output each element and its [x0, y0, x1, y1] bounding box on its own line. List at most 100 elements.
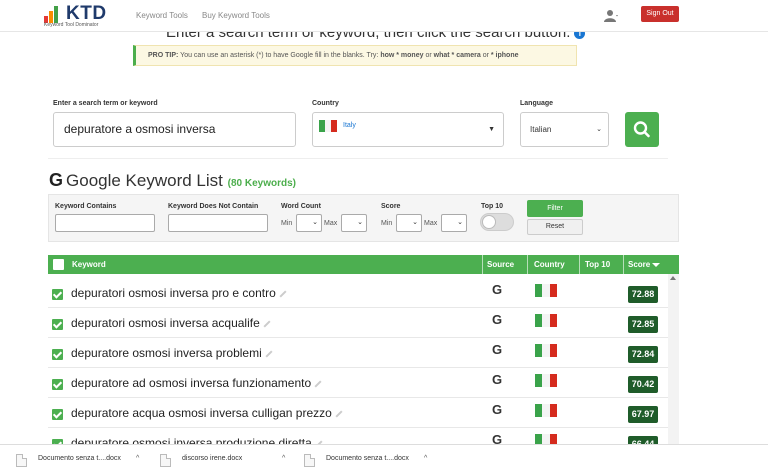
column-header-score[interactable]: Score	[628, 255, 661, 274]
sign-out-button[interactable]: Sign Out	[641, 6, 679, 22]
google-source-icon: G	[492, 312, 503, 327]
google-g-icon: G	[49, 170, 64, 190]
score-badge: 67.97	[628, 406, 658, 423]
language-value: Italian	[530, 125, 552, 134]
document-file-icon	[304, 454, 315, 467]
google-source-icon: G	[492, 282, 503, 297]
column-header-top10[interactable]: Top 10	[585, 255, 610, 274]
country-value: Italy	[343, 122, 356, 129]
score-max-select[interactable]: ⌄	[441, 214, 467, 232]
italy-flag-icon	[535, 344, 557, 357]
keyword-cell: depuratori osmosi inversa pro e contro	[71, 286, 287, 300]
scroll-up-arrow-icon[interactable]	[670, 276, 676, 280]
bar-chart-logo-icon	[44, 5, 62, 23]
italy-flag-icon	[535, 404, 557, 417]
nav-link-buy-keyword-tools[interactable]: Buy Keyword Tools	[202, 11, 270, 20]
edit-pencil-icon[interactable]	[263, 320, 271, 328]
user-icon[interactable]	[604, 9, 618, 23]
row-checkbox[interactable]	[52, 289, 63, 300]
keyword-contains-label: Keyword Contains	[55, 203, 117, 210]
chevron-up-icon[interactable]: ^	[282, 455, 285, 462]
column-header-keyword[interactable]: Keyword	[72, 255, 106, 274]
word-count-max-label: Max	[324, 220, 338, 227]
italy-flag-icon	[535, 284, 557, 297]
column-header-source[interactable]: Source	[487, 255, 514, 274]
ktd-logo[interactable]: KTD Keyword Tool Dominator	[44, 3, 124, 29]
table-row[interactable]: depuratori osmosi inversa pro e contro G…	[48, 278, 668, 308]
country-select[interactable]: Italy ▼	[312, 112, 504, 147]
google-source-icon: G	[492, 372, 503, 387]
edit-pencil-icon[interactable]	[335, 410, 343, 418]
word-count-max-select[interactable]: ⌄	[341, 214, 367, 232]
chevron-down-icon: ▼	[488, 126, 495, 133]
download-item[interactable]: Documento senza t....docx ^	[304, 445, 434, 475]
score-badge: 72.84	[628, 346, 658, 363]
document-file-icon	[16, 454, 27, 467]
country-label: Country	[312, 100, 339, 107]
download-filename: Documento senza t....docx	[38, 455, 121, 462]
reset-button[interactable]: Reset	[527, 219, 583, 235]
language-select[interactable]: Italian ⌄	[520, 112, 609, 147]
keyword-not-contain-input[interactable]	[168, 214, 268, 232]
score-min-label: Min	[381, 220, 393, 227]
table-header: Keyword Source Country Top 10 Score	[48, 255, 679, 274]
keyword-cell: depuratore ad osmosi inversa funzionamen…	[71, 376, 322, 390]
table-scrollbar[interactable]	[668, 274, 679, 444]
keyword-contains-input[interactable]	[55, 214, 155, 232]
search-icon	[633, 121, 650, 138]
download-item[interactable]: Documento senza t....docx ^	[16, 445, 146, 475]
chevron-up-icon[interactable]: ^	[424, 455, 427, 462]
keyword-cell: depuratore acqua osmosi inversa culligan…	[71, 406, 343, 420]
table-row[interactable]: depuratore osmosi inversa problemi G 72.…	[48, 338, 668, 368]
chevron-down-icon: ⌄	[412, 219, 418, 226]
document-file-icon	[160, 454, 171, 467]
page: KTD Keyword Tool Dominator Keyword Tools…	[0, 0, 768, 475]
download-item[interactable]: discorso irene.docx ^	[160, 445, 290, 475]
row-checkbox[interactable]	[52, 319, 63, 330]
word-count-min-select[interactable]: ⌄	[296, 214, 322, 232]
table-row[interactable]: depuratore ad osmosi inversa funzionamen…	[48, 368, 668, 398]
italy-flag-icon	[535, 314, 557, 327]
top10-toggle[interactable]	[480, 213, 514, 231]
edit-pencil-icon[interactable]	[265, 350, 273, 358]
keyword-list-title: G Google Keyword List (80 Keywords)	[49, 170, 296, 190]
score-min-select[interactable]: ⌄	[396, 214, 422, 232]
search-input[interactable]: depuratore a osmosi inversa	[53, 112, 296, 147]
score-max-label: Max	[424, 220, 438, 227]
score-badge: 70.42	[628, 376, 658, 393]
top-nav: KTD Keyword Tool Dominator Keyword Tools…	[0, 0, 768, 32]
score-badge: 72.85	[628, 316, 658, 333]
download-filename: discorso irene.docx	[182, 455, 243, 462]
row-checkbox[interactable]	[52, 409, 63, 420]
section-divider	[48, 158, 668, 159]
column-header-country[interactable]: Country	[534, 255, 565, 274]
row-checkbox[interactable]	[52, 349, 63, 360]
edit-pencil-icon[interactable]	[314, 380, 322, 388]
google-source-icon: G	[492, 342, 503, 357]
keyword-cell: depuratore osmosi inversa problemi	[71, 346, 273, 360]
top10-label: Top 10	[481, 203, 504, 210]
filter-button[interactable]: Filter	[527, 200, 583, 217]
chevron-down-icon: ⌄	[357, 219, 363, 226]
search-label: Enter a search term or keyword	[53, 100, 158, 107]
search-button[interactable]	[625, 112, 659, 147]
download-bar: Documento senza t....docx ^ discorso ire…	[0, 444, 768, 475]
score-label: Score	[381, 203, 401, 210]
select-all-checkbox[interactable]	[53, 259, 64, 270]
pro-tip-banner: PRO TIP: You can use an asterisk (*) to …	[133, 45, 577, 66]
edit-pencil-icon[interactable]	[279, 290, 287, 298]
table-row[interactable]: depuratore acqua osmosi inversa culligan…	[48, 398, 668, 428]
google-source-icon: G	[492, 402, 503, 417]
table-row[interactable]: depuratori osmosi inversa acqualife G 72…	[48, 308, 668, 338]
keyword-count: (80 Keywords)	[227, 178, 296, 189]
logo-subtitle: Keyword Tool Dominator	[44, 22, 99, 28]
chevron-down-icon: ⌄	[596, 126, 602, 133]
language-label: Language	[520, 100, 554, 107]
word-count-label: Word Count	[281, 203, 321, 210]
word-count-min-label: Min	[281, 220, 293, 227]
nav-link-keyword-tools[interactable]: Keyword Tools	[136, 11, 188, 20]
chevron-up-icon[interactable]: ^	[136, 455, 139, 462]
row-checkbox[interactable]	[52, 379, 63, 390]
keyword-cell: depuratori osmosi inversa acqualife	[71, 316, 271, 330]
italy-flag-icon	[319, 120, 337, 132]
